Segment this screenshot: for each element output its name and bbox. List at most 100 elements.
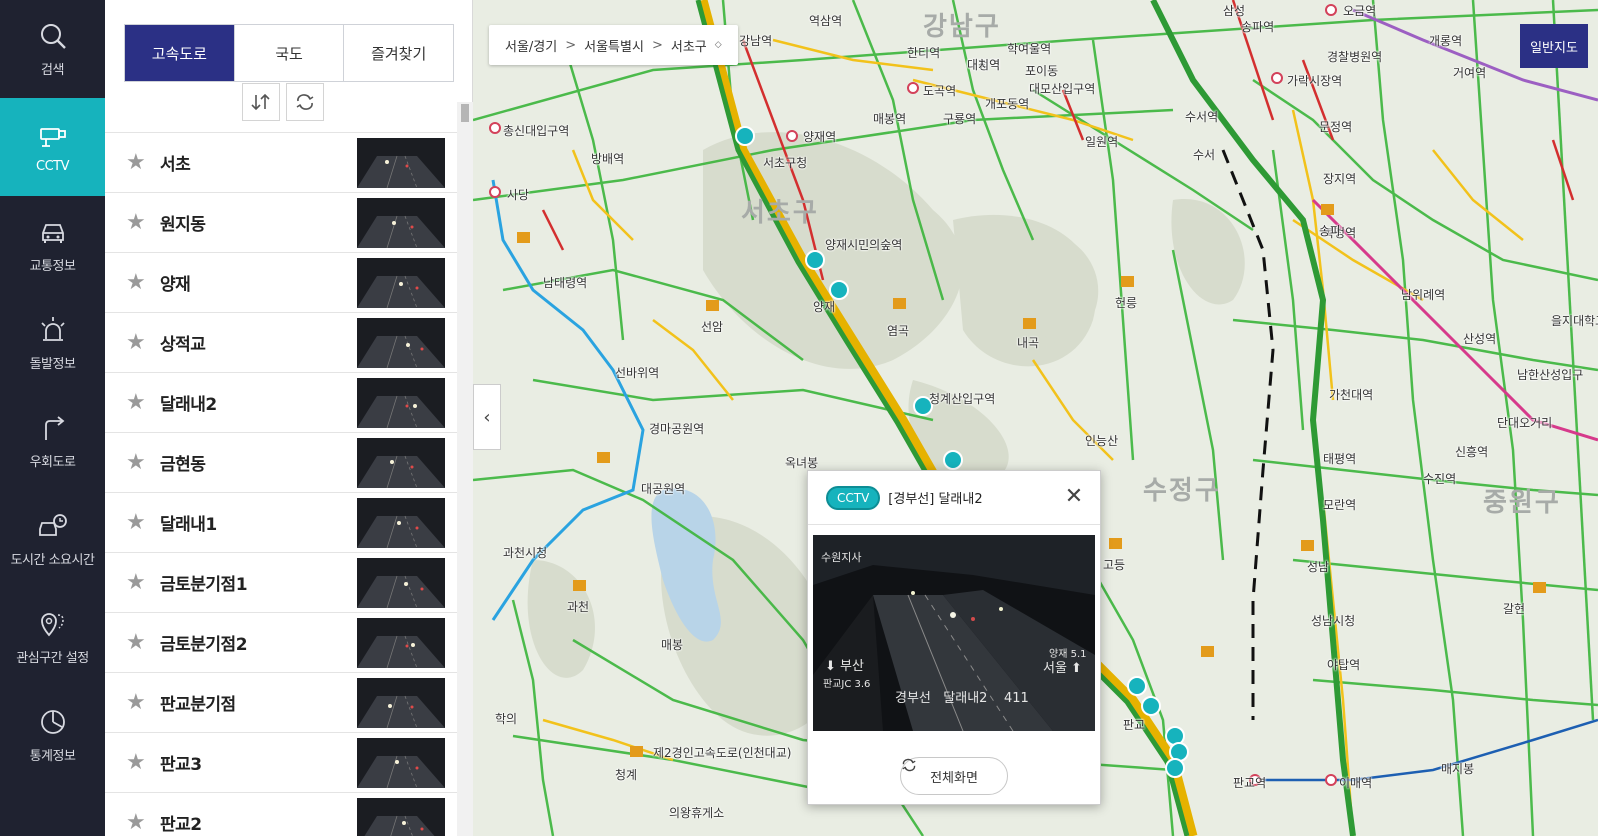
scrollbar-thumb[interactable] (461, 104, 469, 122)
nav-statistics-label: 통계정보 (29, 748, 76, 764)
fullscreen-button[interactable]: 전체화면 (900, 757, 1008, 795)
ic-badge (706, 300, 719, 311)
list-item[interactable]: ★ 금토분기점1 (105, 553, 457, 613)
list-item[interactable]: ★ 달래내2 (105, 373, 457, 433)
station-dot (1325, 4, 1337, 16)
cctv-thumbnail (357, 437, 445, 488)
nav-cctv[interactable]: CCTV (0, 98, 105, 196)
cctv-name: 판교분기점 (160, 695, 236, 715)
map-label: 내곡 (1017, 336, 1040, 350)
ic-badge (1023, 318, 1036, 329)
cctv-thumbnail (357, 797, 445, 836)
star-icon[interactable]: ★ (126, 691, 148, 714)
cctv-thumbnail (357, 557, 445, 608)
star-icon[interactable]: ★ (126, 631, 148, 654)
cctv-panel: 고속도로 국도 즐겨찾기 ★ 서초 ★ 원지동 ★ 양재 ★ 상적교 ★ 달래내2 ★ 금현… (105, 0, 473, 836)
sort-button[interactable] (242, 83, 280, 121)
list-item[interactable]: ★ 판교3 (105, 733, 457, 793)
cctv-name: 서초 (160, 155, 191, 175)
cctv-name: 판교2 (160, 815, 202, 835)
cctv-name: 양재 (160, 275, 191, 295)
star-icon[interactable]: ★ (126, 451, 148, 474)
ic-badge (573, 580, 586, 591)
star-icon[interactable]: ★ (126, 751, 148, 774)
list-item[interactable]: ★ 판교분기점 (105, 673, 457, 733)
refresh-button[interactable] (286, 83, 324, 121)
star-icon[interactable]: ★ (126, 511, 148, 534)
list-item[interactable]: ★ 원지동 (105, 193, 457, 253)
nav-travel-time[interactable]: 도시간 소요시간 (0, 490, 105, 588)
nav-traffic[interactable]: 교통정보 (0, 196, 105, 294)
district-label: 수정구 (1143, 476, 1221, 506)
video-left-direction-label: 부산 (840, 659, 864, 674)
list-scrollbar[interactable] (457, 102, 473, 836)
map-label: 송파역 (1241, 20, 1275, 34)
map-label: 남한산성입구 (1517, 368, 1584, 382)
cctv-marker (1141, 696, 1161, 716)
district-label: 서초구 (741, 198, 819, 228)
location-pin-icon (40, 612, 64, 636)
map-label: 제2경인고속도로(인천대교) (653, 746, 792, 760)
map-label: 문정역 (1319, 120, 1353, 134)
star-icon[interactable]: ★ (126, 211, 148, 234)
map-label: 헌릉 (1115, 296, 1138, 310)
list-item[interactable]: ★ 금토분기점2 (105, 613, 457, 673)
breadcrumb-item[interactable]: 서초구 (671, 36, 707, 55)
list-item[interactable]: ★ 상적교 (105, 313, 457, 373)
nav-incident[interactable]: 돌발정보 (0, 294, 105, 392)
cctv-name: 판교3 (160, 755, 202, 775)
district-label: 중원구 (1483, 488, 1561, 518)
map-label: 남위례역 (1401, 288, 1446, 302)
ic-badge (893, 298, 906, 309)
video-left-sub: 판교JC 3.6 (823, 679, 871, 690)
nav-interest-label: 관심구간 설정 (16, 650, 89, 666)
map-label: 매봉 (661, 638, 684, 652)
panel-collapse-button[interactable]: ‹ (473, 384, 501, 450)
refresh-icon (296, 94, 314, 110)
ic-badge (630, 746, 643, 757)
close-icon[interactable]: ✕ (1064, 486, 1084, 508)
tab-favorites[interactable]: 즐겨찾기 (344, 25, 453, 81)
star-icon[interactable]: ★ (126, 151, 148, 174)
star-icon[interactable]: ★ (126, 391, 148, 414)
cctv-badge: CCTV (826, 485, 881, 510)
chevron-right-icon: > (565, 37, 577, 53)
star-icon[interactable]: ★ (126, 811, 148, 834)
nav-search[interactable]: 검색 (0, 0, 105, 98)
chevron-left-icon: ‹ (483, 406, 491, 428)
tab-national-road[interactable]: 국도 (235, 25, 345, 81)
star-icon[interactable]: ★ (126, 571, 148, 594)
star-icon[interactable]: ★ (126, 331, 148, 354)
map-label: 서초구청 (763, 156, 808, 170)
map-label: 가천대역 (1329, 388, 1374, 402)
breadcrumb[interactable]: 서울/경기 > 서울특별시 > 서초구 ◇ (489, 25, 738, 65)
list-item[interactable]: ★ 금현동 (105, 433, 457, 493)
star-icon[interactable]: ★ (126, 271, 148, 294)
breadcrumb-item[interactable]: 서울/경기 (505, 36, 557, 55)
traffic-map[interactable]: 강남구 서초구 수정구 중원구 양재역 양재시민의숲역 청계산입구역 포이동 개… (473, 0, 1598, 836)
station-dot (1271, 72, 1283, 84)
cctv-thumbnail (357, 677, 445, 728)
tab-expressway[interactable]: 고속도로 (125, 25, 235, 81)
nav-detour[interactable]: 우회도로 (0, 392, 105, 490)
station-dot (489, 186, 501, 198)
list-item[interactable]: ★ 서초 (105, 133, 457, 193)
nav-interest[interactable]: 관심구간 설정 (0, 588, 105, 686)
list-item[interactable]: ★ 달래내1 (105, 493, 457, 553)
map-label: 태평역 (1323, 452, 1357, 466)
list-item[interactable]: ★ 판교2 (105, 793, 457, 836)
ic-badge (517, 232, 530, 243)
cctv-video[interactable]: 수원지사 ⬇ 부산 판교JC 3.6 양재 5.1 서울 ⬆ 경부선 달래내2 … (813, 535, 1095, 731)
cctv-name: 달래내1 (160, 515, 217, 535)
list-item[interactable]: ★ 양재 (105, 253, 457, 313)
map-label: 매봉역 (873, 112, 907, 126)
map-label: 대공원역 (641, 482, 686, 496)
map-type-button[interactable]: 일반지도 (1520, 24, 1588, 68)
map-label: 옥녀봉 (785, 456, 819, 470)
nav-statistics[interactable]: 통계정보 (0, 686, 105, 784)
map-label: 총신대입구역 (503, 124, 570, 138)
map-label: 성남시청 (1311, 614, 1356, 628)
breadcrumb-item[interactable]: 서울특별시 (584, 36, 644, 55)
sort-icon (251, 93, 270, 111)
map-label: 선암 (701, 320, 724, 334)
